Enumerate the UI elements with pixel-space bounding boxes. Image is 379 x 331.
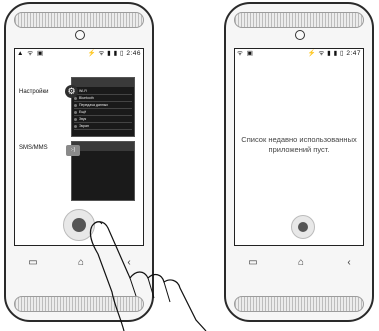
status-right-icons: ⚡ ᯤ ▮ ▮ ▯ bbox=[307, 50, 345, 57]
recent-app-card-settings[interactable]: Wi-Fi Bluetooth Передача данных Ещё Звук… bbox=[71, 77, 135, 137]
recent-apps-key[interactable]: ▭ bbox=[26, 256, 40, 270]
status-bar: ▲ ᯤ ▣ ⚡ ᯤ ▮ ▮ ▯ 2:46 bbox=[15, 49, 143, 59]
earpiece-icon bbox=[295, 30, 305, 40]
settings-row: Ещё bbox=[74, 109, 132, 116]
messaging-icon: :-) bbox=[66, 145, 80, 156]
card-header bbox=[72, 78, 134, 87]
card-header bbox=[72, 142, 134, 151]
status-bar: ᯤ ▣ ⚡ ᯤ ▮ ▮ ▯ 2:47 bbox=[235, 49, 363, 59]
status-right-icons: ⚡ ᯤ ▮ ▮ ▯ bbox=[87, 50, 125, 57]
recent-apps-key[interactable]: ▭ bbox=[246, 256, 260, 270]
back-key[interactable]: ‹ bbox=[342, 256, 356, 270]
speaker-grille-top bbox=[234, 12, 364, 28]
recent-app-label-settings: Настройки bbox=[19, 89, 49, 95]
settings-icon: ⚙ bbox=[65, 85, 78, 98]
empty-recents-message: Список недавно использованных приложений… bbox=[241, 135, 357, 154]
settings-row: Передача данных bbox=[74, 102, 132, 109]
status-time: 2:47 bbox=[346, 50, 361, 57]
earpiece-icon bbox=[75, 30, 85, 40]
speaker-grille-bottom bbox=[234, 296, 364, 312]
home-key[interactable]: ⌂ bbox=[294, 256, 308, 270]
status-right: ⚡ ᯤ ▮ ▮ ▯ 2:47 bbox=[308, 49, 361, 59]
hand-illustration bbox=[89, 221, 207, 331]
recent-app-label-sms: SMS/MMS bbox=[19, 145, 48, 151]
speaker-grille-top bbox=[14, 12, 144, 28]
settings-row: Bluetooth bbox=[74, 95, 132, 102]
nav-bar: ▭ ⌂ ‹ bbox=[242, 256, 356, 272]
recent-app-card-sms[interactable] bbox=[71, 141, 135, 201]
settings-row: Звук bbox=[74, 116, 132, 123]
status-right: ⚡ ᯤ ▮ ▮ ▯ 2:46 bbox=[88, 49, 141, 59]
phone-right: ᯤ ▣ ⚡ ᯤ ▮ ▮ ▯ 2:47 Список недавно исполь… bbox=[224, 2, 374, 322]
screen-right: ᯤ ▣ ⚡ ᯤ ▮ ▮ ▯ 2:47 Список недавно исполь… bbox=[234, 48, 364, 246]
trash-icon bbox=[298, 222, 308, 232]
status-time: 2:46 bbox=[126, 50, 141, 57]
settings-row: Wi-Fi bbox=[74, 88, 132, 95]
settings-row: Экран bbox=[74, 123, 132, 130]
status-left-icons: ᯤ ▣ bbox=[237, 50, 254, 57]
clear-recents-button[interactable] bbox=[291, 215, 315, 239]
status-left-icons: ▲ ᯤ ▣ bbox=[17, 50, 45, 57]
